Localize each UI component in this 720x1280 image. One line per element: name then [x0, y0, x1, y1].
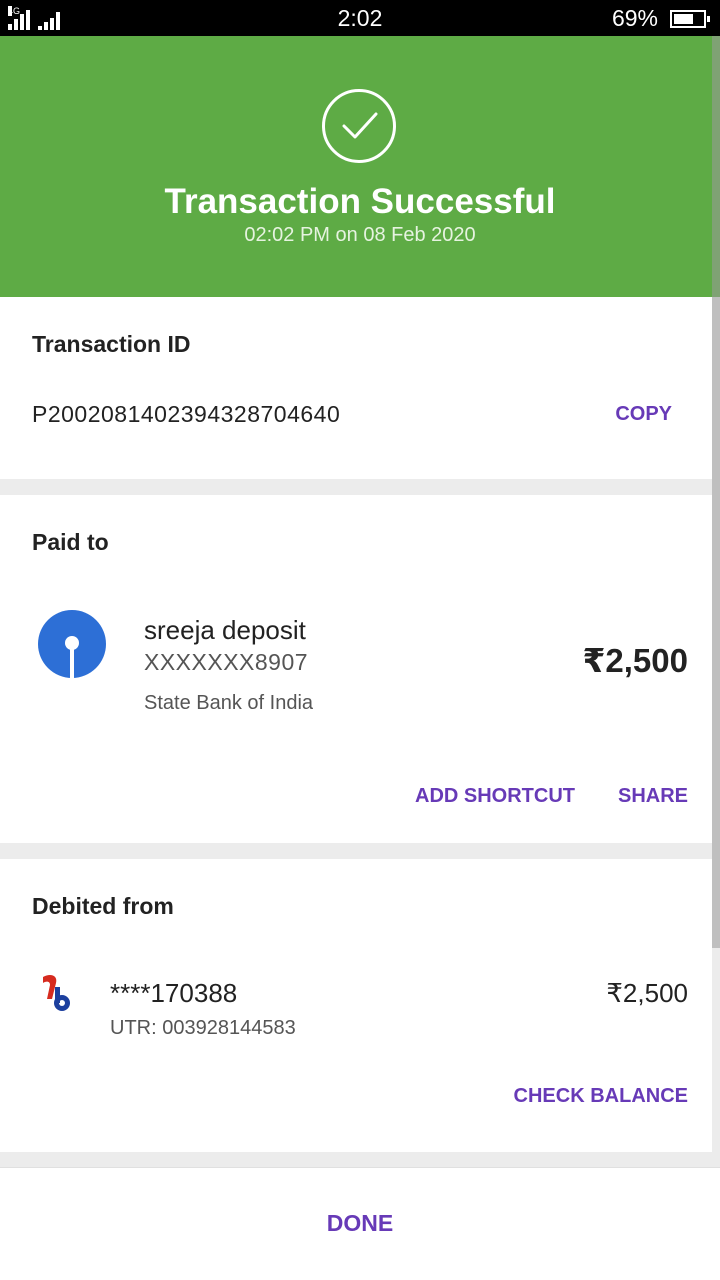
transaction-id-label: Transaction ID — [32, 331, 191, 357]
paid-to-card: Paid to sreeja deposit XXXXXXX8907 State… — [0, 495, 712, 843]
transaction-id-value: P2002081402394328704640 — [32, 401, 341, 427]
debited-from-card: Debited from ****170388 UTR: 00392814458… — [0, 859, 712, 1152]
battery-level — [674, 13, 694, 24]
done-button[interactable]: DONE — [0, 1210, 720, 1237]
copy-button[interactable]: COPY — [615, 403, 672, 426]
utr-number: UTR: 003928144583 — [110, 1017, 296, 1039]
battery-status: 69% — [611, 5, 710, 32]
debit-account: ****170388 — [110, 978, 238, 1008]
payee-bank: State Bank of India — [144, 692, 314, 714]
paid-to-label: Paid to — [32, 529, 109, 555]
battery-icon — [670, 9, 710, 28]
transaction-id-card: Transaction ID P2002081402394328704640 C… — [0, 297, 712, 479]
battery-percent: 69% — [611, 5, 658, 31]
sbi-logo-icon — [38, 610, 106, 678]
paid-amount: ₹2,500 — [582, 642, 688, 679]
bank-logo-icon — [38, 973, 74, 1015]
debited-amount: ₹2,500 — [606, 978, 688, 1008]
status-bar: 4G 2:02 69% — [0, 0, 720, 36]
debited-from-label: Debited from — [32, 893, 174, 919]
check-balance-button[interactable]: CHECK BALANCE — [514, 1085, 688, 1108]
footer-bar: DONE — [0, 1167, 720, 1280]
payee-name: sreeja deposit — [144, 615, 306, 645]
payee-account: XXXXXXX8907 — [144, 649, 309, 675]
scrollbar[interactable] — [712, 36, 720, 948]
page-title: Transaction Successful — [164, 182, 556, 221]
success-header: Transaction Successful 02:02 PM on 08 Fe… — [0, 36, 720, 297]
transaction-timestamp: 02:02 PM on 08 Feb 2020 — [244, 224, 476, 246]
check-circle-icon — [322, 89, 396, 163]
add-shortcut-button[interactable]: ADD SHORTCUT — [415, 785, 575, 808]
share-button[interactable]: SHARE — [618, 785, 688, 808]
